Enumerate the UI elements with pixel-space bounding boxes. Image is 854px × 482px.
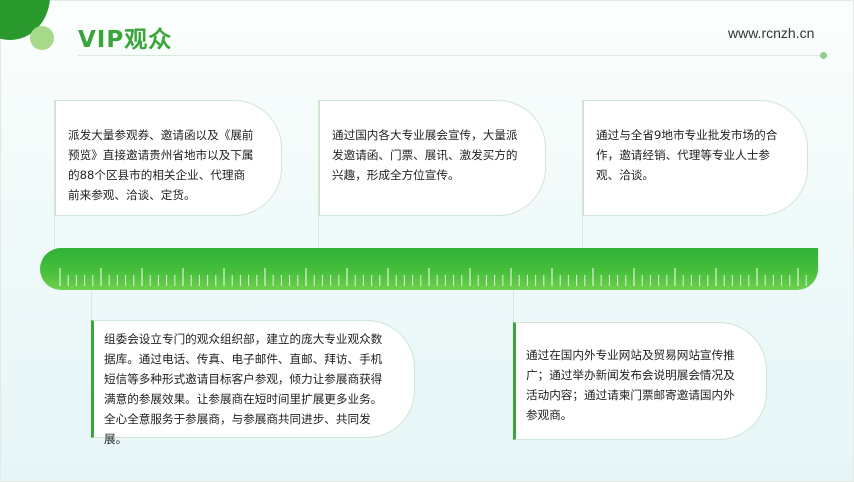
info-card-2: 通过国内各大专业展会宣传，大量派发邀请函、门票、展讯、激发买方的兴趣，形成全方位… bbox=[318, 100, 546, 216]
info-card-4: 组委会设立专门的观众组织部，建立的庞大专业观众数据库。通过电话、传真、电子邮件、… bbox=[91, 320, 415, 446]
info-card-3: 通过与全省9地市专业批发市场的合作，邀请经销、代理等专业人士参观、洽谈。 bbox=[582, 100, 808, 216]
site-url: www.rcnzh.cn bbox=[728, 25, 815, 41]
connector-line bbox=[582, 216, 583, 248]
ruler-ticks bbox=[59, 268, 807, 286]
header-divider bbox=[78, 55, 822, 56]
decorative-circle-light bbox=[30, 26, 54, 50]
info-card-text: 通过在国内外专业网站及贸易网站宣传推广；通过举办新闻发布会说明展会情况及活动内容… bbox=[526, 348, 735, 422]
timeline-ruler bbox=[40, 248, 818, 290]
connector-line bbox=[91, 290, 92, 320]
connector-line bbox=[513, 290, 514, 322]
info-card-5: 通过在国内外专业网站及贸易网站宣传推广；通过举办新闻发布会说明展会情况及活动内容… bbox=[513, 322, 767, 440]
connector-line bbox=[54, 216, 55, 248]
info-card-1: 派发大量参观券、邀请函以及《展前预览》直接邀请贵州省地市以及下属的88个区县市的… bbox=[54, 100, 282, 216]
connector-line bbox=[318, 216, 319, 248]
info-card-text: 通过与全省9地市专业批发市场的合作，邀请经销、代理等专业人士参观、洽谈。 bbox=[596, 128, 778, 182]
info-card-text: 组委会设立专门的观众组织部，建立的庞大专业观众数据库。通过电话、传真、电子邮件、… bbox=[104, 332, 383, 446]
info-card-text: 通过国内各大专业展会宣传，大量派发邀请函、门票、展讯、激发买方的兴趣，形成全方位… bbox=[332, 128, 518, 182]
page-title: VIP观众 bbox=[78, 27, 173, 53]
header-divider-dot bbox=[820, 52, 827, 59]
info-card-text: 派发大量参观券、邀请函以及《展前预览》直接邀请贵州省地市以及下属的88个区县市的… bbox=[68, 128, 254, 202]
